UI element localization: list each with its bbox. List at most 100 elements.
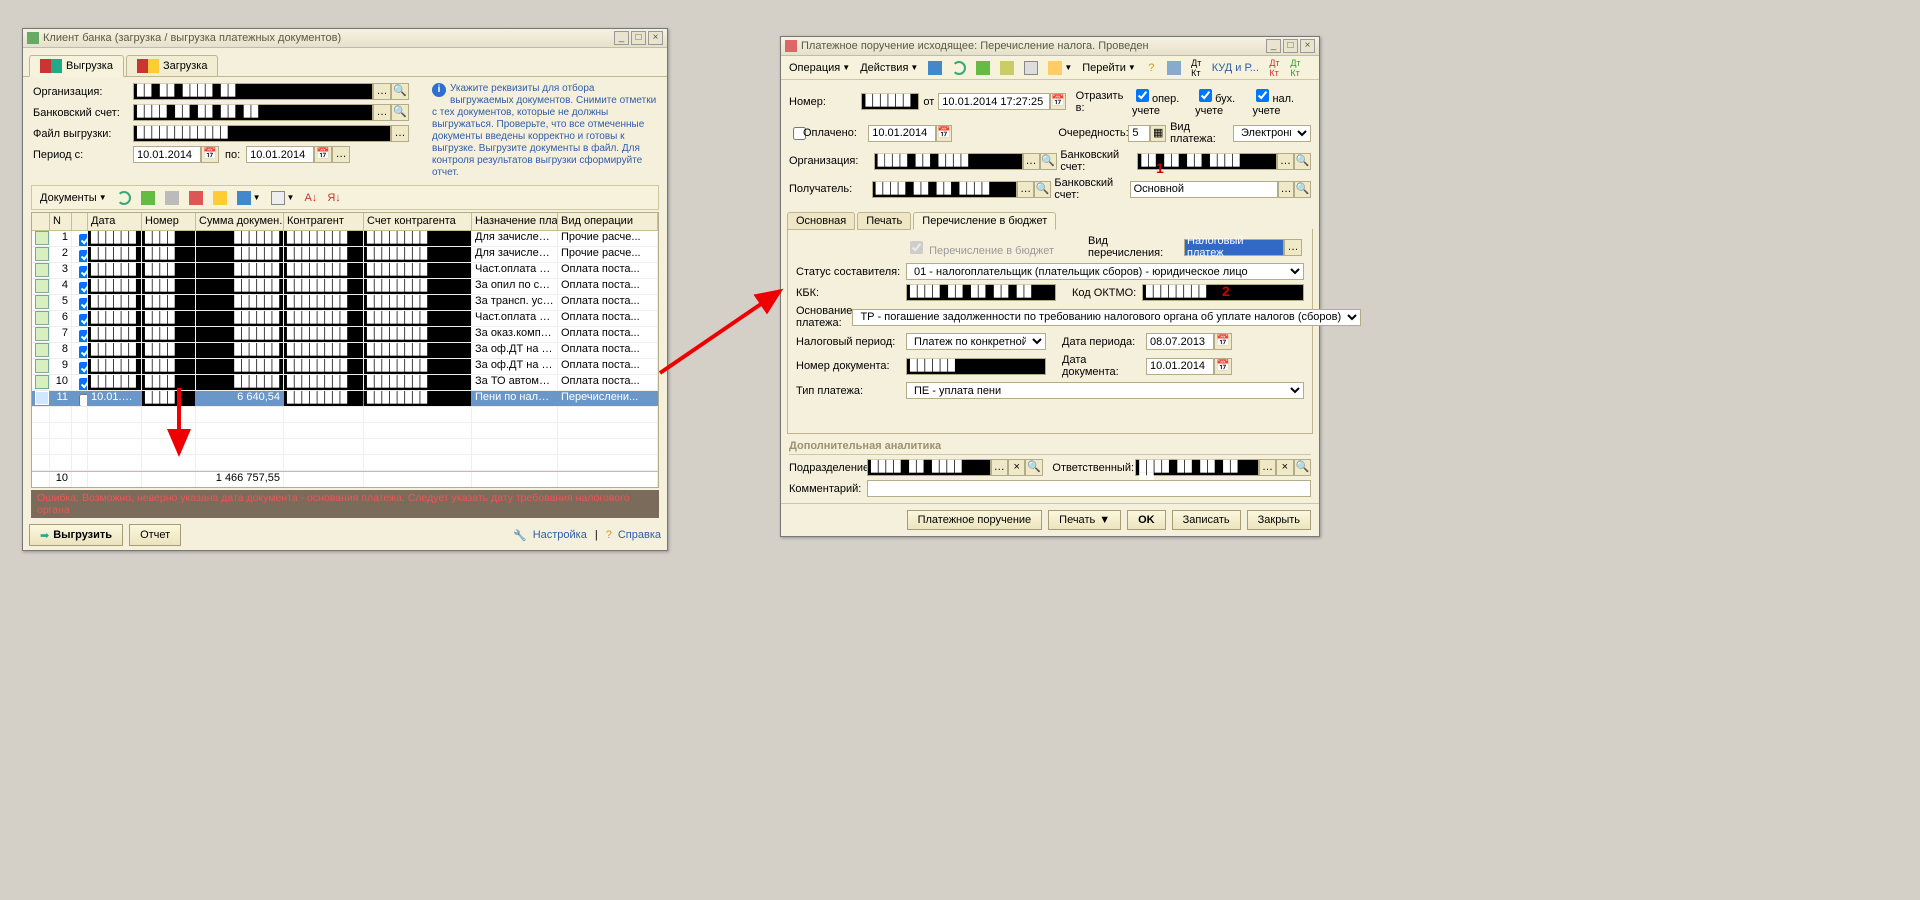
- close-button[interactable]: ×: [648, 31, 663, 45]
- file-input[interactable]: ████████████: [133, 125, 391, 142]
- ok-button[interactable]: OK: [1127, 510, 1166, 530]
- row-check[interactable]: [79, 314, 88, 326]
- resp-clear-button[interactable]: ×: [1276, 459, 1293, 476]
- row-check[interactable]: [79, 298, 88, 310]
- subtab-main[interactable]: Основная: [787, 212, 855, 230]
- tab-import[interactable]: Загрузка: [126, 55, 218, 77]
- paid-cal-button[interactable]: 📅: [936, 125, 952, 142]
- budget-check[interactable]: Перечисление в бюджет: [906, 238, 1054, 257]
- move-down-button[interactable]: ▼: [233, 188, 265, 207]
- refresh-button[interactable]: [113, 188, 135, 207]
- period-from-input[interactable]: [133, 146, 201, 163]
- recip-search-button[interactable]: 🔍: [1034, 181, 1051, 198]
- maximize-button[interactable]: □: [1283, 39, 1298, 53]
- org-select-button[interactable]: …: [1023, 153, 1040, 170]
- recip-select-button[interactable]: …: [1017, 181, 1034, 198]
- docdate-input[interactable]: [1146, 358, 1214, 375]
- help-icon[interactable]: ?: [1142, 58, 1161, 77]
- settings-link[interactable]: Настройка: [533, 529, 587, 541]
- basis-select[interactable]: ТР - погашение задолженности по требован…: [852, 309, 1361, 326]
- close-button[interactable]: ×: [1300, 39, 1315, 53]
- subdiv-clear-button[interactable]: ×: [1008, 459, 1025, 476]
- subdiv-search-button[interactable]: 🔍: [1025, 459, 1042, 476]
- transtype-select[interactable]: Налоговый платеж: [1184, 239, 1284, 256]
- period-range-button[interactable]: …: [332, 146, 350, 163]
- tab-export[interactable]: Выгрузка: [29, 55, 124, 77]
- num-input[interactable]: ██████: [861, 93, 919, 110]
- resp-input[interactable]: ████ ██ ██ ██ ██: [1135, 459, 1259, 476]
- table-row[interactable]: 2████████████████████████████████Для зач…: [32, 247, 658, 263]
- operation-menu[interactable]: Операция▼: [785, 58, 854, 77]
- paytype2-select[interactable]: ПЕ - уплата пени: [906, 382, 1304, 399]
- uncheck-all-button[interactable]: [161, 188, 183, 207]
- reflect-buh-check[interactable]: бух. учете: [1195, 86, 1252, 117]
- subtab-budget[interactable]: Перечисление в бюджет: [913, 212, 1056, 230]
- table-row[interactable]: 3████████████████████████████████Част.оп…: [32, 263, 658, 279]
- table-row[interactable]: 7████████████████████████████████За оказ…: [32, 327, 658, 343]
- bankacct2-input[interactable]: [1130, 181, 1278, 198]
- taxperiod-select[interactable]: Платеж по конкретной дате: [906, 333, 1046, 350]
- org-input[interactable]: ██ ██ ████ ██: [133, 83, 373, 100]
- row-check[interactable]: [79, 266, 88, 278]
- bankacct-search-button[interactable]: 🔍: [1294, 153, 1311, 170]
- minimize-button[interactable]: _: [1266, 39, 1281, 53]
- help-link[interactable]: Справка: [618, 529, 661, 541]
- acct-input[interactable]: ████ ██ ██ ██ ██: [133, 104, 373, 121]
- titlebar[interactable]: Платежное поручение исходящее: Перечисле…: [781, 37, 1319, 56]
- goto-menu[interactable]: Перейти▼: [1078, 58, 1140, 77]
- kud-link[interactable]: КУД и Р...: [1208, 58, 1263, 77]
- unpost-icon[interactable]: [996, 58, 1018, 77]
- basedon-icon[interactable]: ▼: [1044, 58, 1076, 77]
- acct-search-button[interactable]: 🔍: [391, 104, 409, 121]
- org-search-button[interactable]: 🔍: [1040, 153, 1057, 170]
- date-input[interactable]: [938, 93, 1050, 110]
- docnum-input[interactable]: ██████: [906, 358, 1046, 375]
- print-button[interactable]: Печать ▼: [1048, 510, 1121, 530]
- save-button[interactable]: Записать: [1172, 510, 1241, 530]
- paid-date-input[interactable]: [868, 125, 936, 142]
- table-row[interactable]: 6████████████████████████████████Част.оп…: [32, 311, 658, 327]
- row-check[interactable]: [79, 234, 88, 246]
- titlebar[interactable]: Клиент банка (загрузка / выгрузка платеж…: [23, 29, 667, 48]
- file-select-button[interactable]: …: [391, 125, 409, 142]
- paytype-select[interactable]: Электронно: [1233, 125, 1311, 142]
- resp-search-button[interactable]: 🔍: [1294, 459, 1311, 476]
- dtct-icon[interactable]: ДтКт: [1187, 58, 1206, 77]
- perioddate-input[interactable]: [1146, 333, 1214, 350]
- period-from-cal-button[interactable]: 📅: [201, 146, 219, 163]
- export-button[interactable]: ➡ Выгрузить: [29, 524, 123, 546]
- subdiv-input[interactable]: ████ ██ ████: [867, 459, 991, 476]
- transtype-select-button[interactable]: …: [1284, 239, 1302, 256]
- bankacct2-select-button[interactable]: …: [1278, 181, 1295, 198]
- sort-asc-button[interactable]: А↓: [300, 188, 321, 207]
- refresh-icon[interactable]: [948, 58, 970, 77]
- dtct3-icon[interactable]: ДтКт: [1286, 58, 1305, 77]
- delete-row-button[interactable]: [185, 188, 207, 207]
- minimize-button[interactable]: _: [614, 31, 629, 45]
- table-row[interactable]: 10████████████████████████████████За ТО …: [32, 375, 658, 391]
- table-row[interactable]: 1110.01.2014████6 640,54████████████████…: [32, 391, 658, 407]
- post-icon[interactable]: [972, 58, 994, 77]
- table-row[interactable]: 4████████████████████████████████За опил…: [32, 279, 658, 295]
- documents-menu[interactable]: Документы▼: [36, 188, 111, 207]
- queue-input[interactable]: [1128, 125, 1150, 142]
- table-row[interactable]: 9████████████████████████████████За оф.Д…: [32, 359, 658, 375]
- edit-row-button[interactable]: [209, 188, 231, 207]
- row-check[interactable]: [79, 346, 88, 358]
- table-row[interactable]: 8████████████████████████████████За оф.Д…: [32, 343, 658, 359]
- recip-input[interactable]: ████ ██ ██ ████: [872, 181, 1018, 198]
- close-button[interactable]: Закрыть: [1247, 510, 1311, 530]
- check-all-button[interactable]: [137, 188, 159, 207]
- date-cal-button[interactable]: 📅: [1050, 93, 1066, 110]
- actions-menu[interactable]: Действия▼: [856, 58, 922, 77]
- subtab-print[interactable]: Печать: [857, 212, 911, 230]
- perioddate-cal-button[interactable]: 📅: [1214, 333, 1232, 350]
- row-check[interactable]: [79, 282, 88, 294]
- row-check[interactable]: [79, 394, 88, 406]
- period-to-cal-button[interactable]: 📅: [314, 146, 332, 163]
- org-select-button[interactable]: …: [373, 83, 391, 100]
- structure-icon[interactable]: [1163, 58, 1185, 77]
- kbk-input[interactable]: ████ ██ ██ ██ ██: [906, 284, 1056, 301]
- row-check[interactable]: [79, 362, 88, 374]
- save-icon[interactable]: [924, 58, 946, 77]
